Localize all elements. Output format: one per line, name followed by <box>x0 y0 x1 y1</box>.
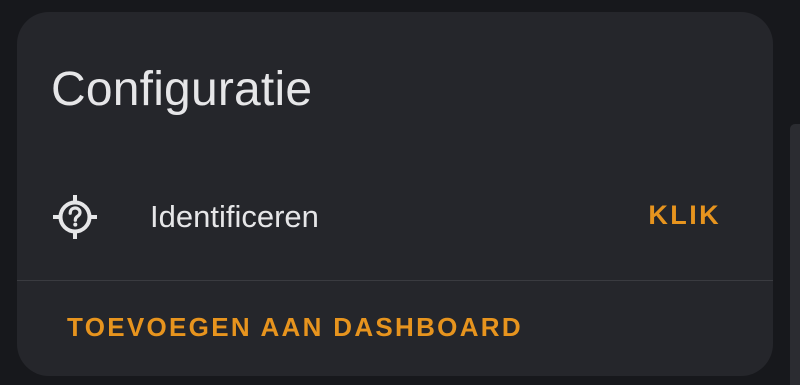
entity-name: Identificeren <box>150 199 319 234</box>
scrollbar[interactable] <box>790 124 800 385</box>
page: Configuratie Identificeren KLIK TOEVOEGE… <box>0 0 800 385</box>
configuration-card: Configuratie Identificeren KLIK TOEVOEGE… <box>17 12 773 376</box>
click-button[interactable]: KLIK <box>638 192 731 238</box>
card-title: Configuratie <box>51 63 313 116</box>
divider <box>17 280 773 281</box>
crosshairs-question-icon <box>49 191 101 243</box>
entity-row-identify: Identificeren KLIK <box>17 172 773 258</box>
add-to-dashboard-button[interactable]: TOEVOEGEN AAN DASHBOARD <box>57 304 533 350</box>
